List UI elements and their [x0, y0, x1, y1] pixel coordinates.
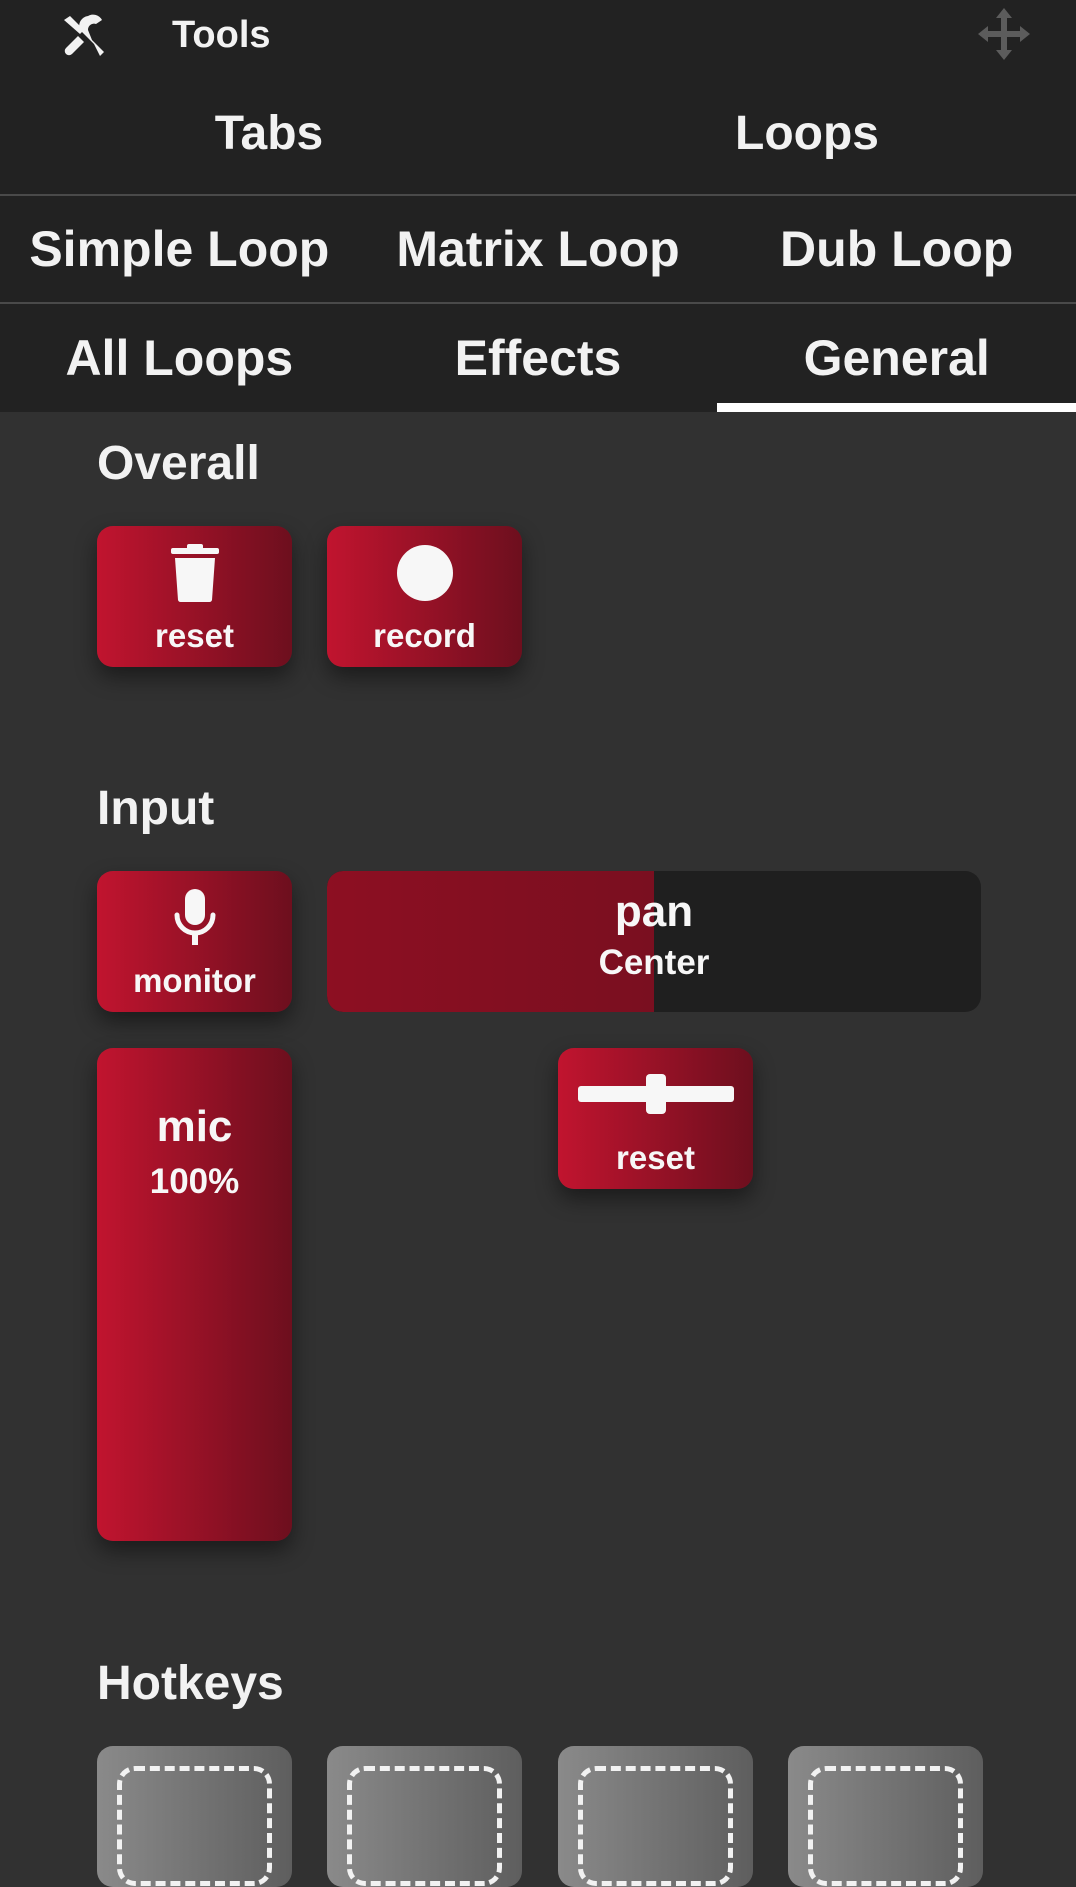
empty-slot-icon	[578, 1766, 733, 1886]
tab-row-main: Tabs Loops	[0, 72, 1076, 196]
record-icon	[396, 545, 453, 601]
slider-icon	[577, 1074, 734, 1114]
reset-button[interactable]: reset	[97, 526, 292, 667]
mic-value: 100%	[149, 1162, 240, 1201]
mic-slider-text: mic 100%	[97, 1100, 292, 1210]
move-icon[interactable]	[976, 6, 1032, 62]
tab-row-loops: Simple Loop Matrix Loop Dub Loop	[0, 196, 1076, 304]
tab-all-loops[interactable]: All Loops	[0, 304, 359, 412]
microphone-icon	[174, 889, 215, 945]
trash-icon	[170, 544, 219, 602]
section-title-overall: Overall	[97, 437, 260, 490]
tab-effects[interactable]: Effects	[359, 304, 718, 412]
tab-dub-loop[interactable]: Dub Loop	[717, 196, 1076, 302]
hotkey-slot-4[interactable]	[788, 1746, 983, 1887]
section-title-hotkeys: Hotkeys	[97, 1657, 284, 1710]
hotkey-slot-1[interactable]	[97, 1746, 292, 1887]
tab-simple-loop[interactable]: Simple Loop	[0, 196, 359, 302]
pan-slider[interactable]: pan Center	[327, 871, 981, 1012]
pan-reset-button[interactable]: reset	[558, 1048, 753, 1189]
pan-slider-text: pan Center	[327, 885, 981, 987]
pan-value: Center	[598, 943, 710, 982]
tab-matrix-loop[interactable]: Matrix Loop	[359, 196, 718, 302]
empty-slot-icon	[117, 1766, 272, 1886]
top-bar: Tools	[0, 0, 1076, 72]
record-button[interactable]: record	[327, 526, 522, 667]
mic-label: mic	[156, 1102, 233, 1151]
pan-reset-label: reset	[616, 1139, 695, 1176]
tab-tabs[interactable]: Tabs	[0, 72, 538, 194]
section-title-input: Input	[97, 782, 215, 835]
pan-label: pan	[614, 887, 694, 936]
reset-label: reset	[155, 617, 234, 654]
empty-slot-icon	[347, 1766, 502, 1886]
empty-slot-icon	[808, 1766, 963, 1886]
monitor-label: monitor	[133, 962, 256, 999]
panel-title: Tools	[172, 14, 271, 56]
mic-volume-slider[interactable]: mic 100%	[97, 1048, 292, 1541]
record-label: record	[373, 617, 476, 654]
hotkey-slot-3[interactable]	[558, 1746, 753, 1887]
tab-row-settings: All Loops Effects General	[0, 304, 1076, 412]
tab-loops[interactable]: Loops	[538, 72, 1076, 194]
tab-general[interactable]: General	[717, 304, 1076, 412]
monitor-button[interactable]: monitor	[97, 871, 292, 1012]
tools-icon[interactable]	[58, 12, 106, 60]
hotkey-slot-2[interactable]	[327, 1746, 522, 1887]
